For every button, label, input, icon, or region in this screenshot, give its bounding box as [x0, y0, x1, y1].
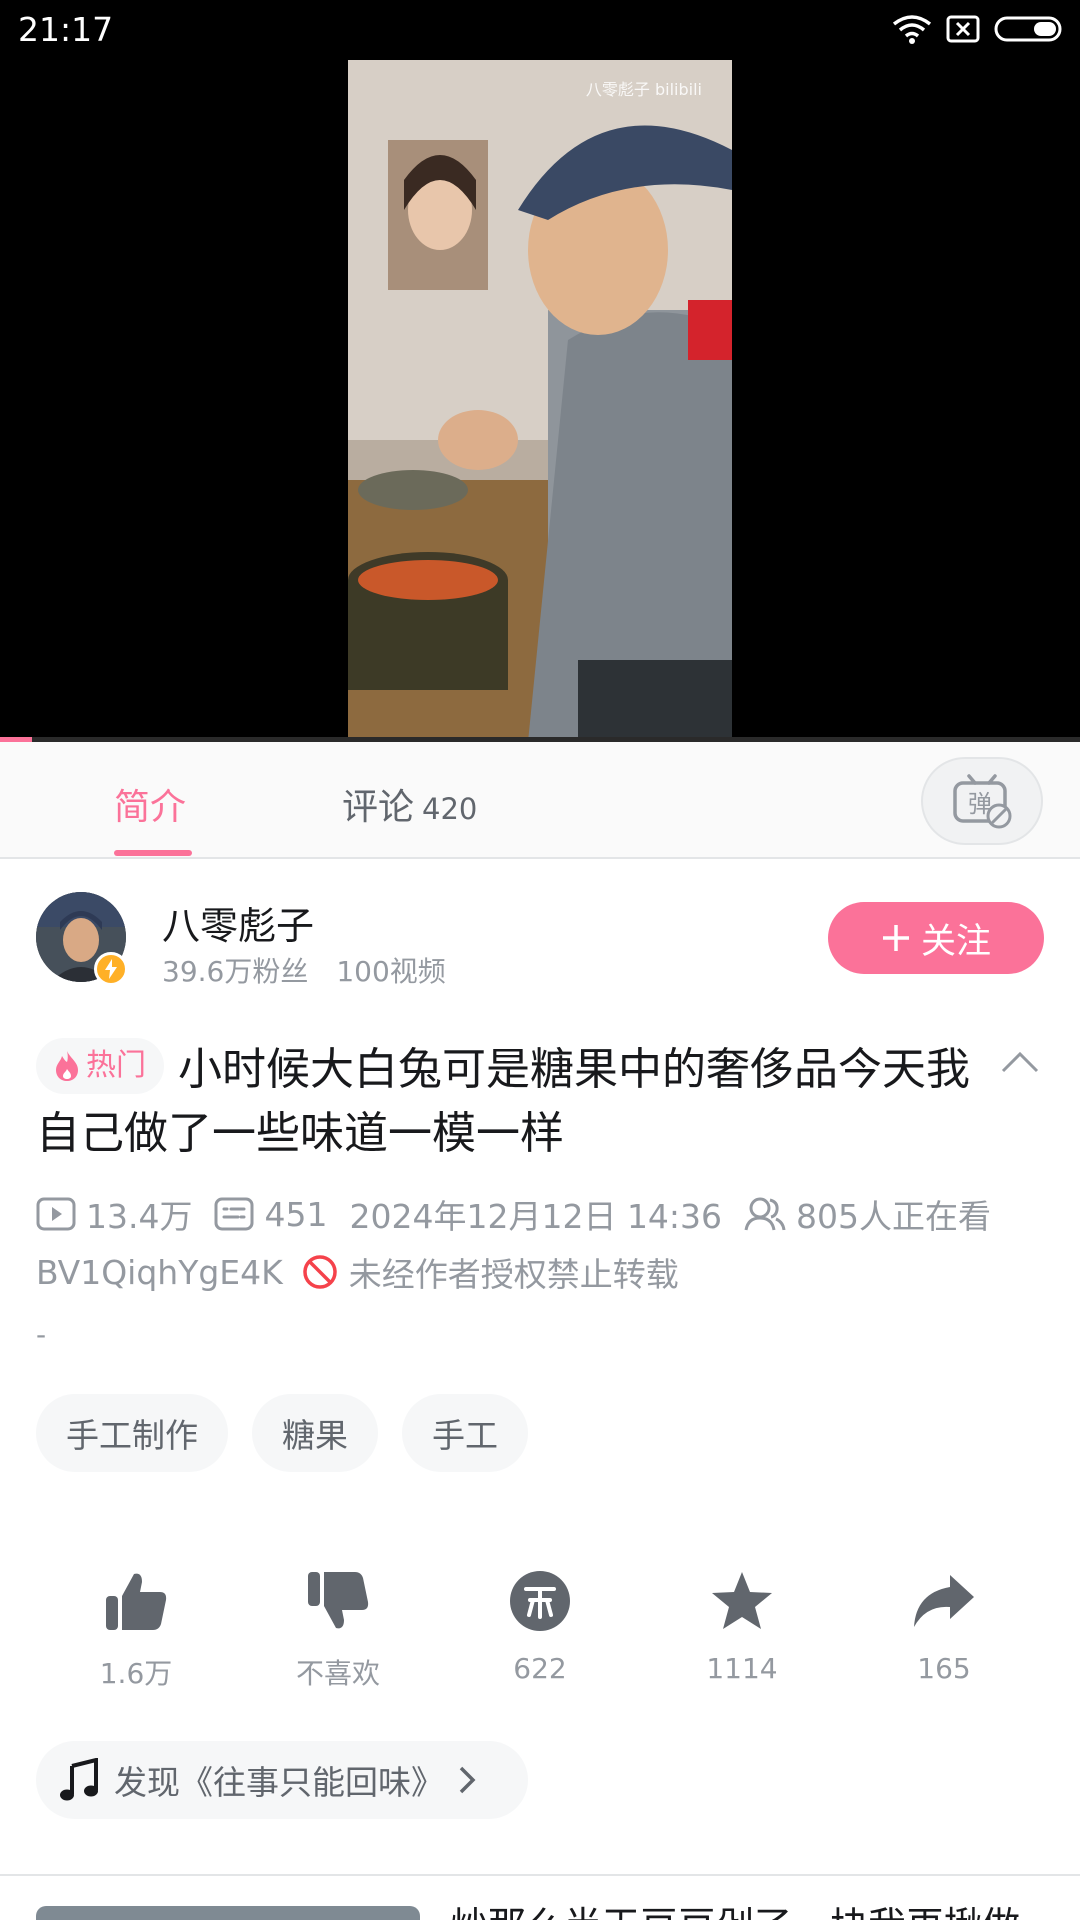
lightning-icon [105, 959, 117, 979]
tag-chip[interactable]: 糖果 [252, 1394, 378, 1472]
danmaku-toggle-button[interactable]: 弹 [921, 757, 1043, 845]
favorite-button[interactable]: 1114 [641, 1566, 843, 1692]
danmaku-stat: 451 [214, 1195, 327, 1234]
battery-icon [994, 16, 1062, 42]
chevron-up-icon[interactable] [1000, 1050, 1040, 1074]
publish-date: 2024年12月12日 14:36 [349, 1197, 723, 1236]
share-button[interactable]: 165 [843, 1566, 1045, 1692]
views-stat: 13.4万 [36, 1190, 192, 1238]
fans-count: 39.6万粉丝 [162, 955, 309, 988]
favorite-count: 1114 [706, 1652, 778, 1685]
video-thumbnail [348, 60, 732, 742]
title-block: 热门 小时候大白兔可是糖果中的奢侈品今天我自己做了一些味道一模一样 [36, 1038, 996, 1166]
follow-label: 关注 [920, 921, 991, 962]
video-meta-row: 13.4万 451 2024年12月12日 14:36 805人正在看 [36, 1190, 1013, 1238]
tag-list: 手工制作 糖果 手工 [36, 1394, 528, 1472]
bvid[interactable]: BV1QiqhYgE4K [36, 1253, 283, 1292]
tab-comments[interactable]: 评论 420 [342, 778, 477, 830]
danmaku-off-icon: 弹 [953, 774, 1012, 829]
hot-label: 热门 [86, 1048, 146, 1083]
uploader-name[interactable]: 八零彪子 [162, 895, 314, 950]
coin-button[interactable]: 622 [439, 1566, 641, 1692]
coin-count: 622 [513, 1652, 567, 1685]
hot-badge[interactable]: 热门 [36, 1038, 164, 1094]
share-count: 165 [917, 1652, 971, 1685]
tab-bar: 简介 评论 420 弹 [0, 742, 1080, 859]
music-note-icon [60, 1758, 98, 1801]
tab-comments-label: 评论 [342, 787, 415, 828]
forbidden-icon [303, 1255, 337, 1289]
recommended-video-thumbnail[interactable] [36, 1906, 420, 1920]
action-bar: 1.6万 不喜欢 622 1114 165 [0, 1566, 1080, 1692]
music-label: 发现《往事只能回味》 [114, 1763, 444, 1802]
tab-intro[interactable]: 简介 [114, 778, 186, 830]
status-time: 21:17 [18, 10, 114, 49]
music-discover-button[interactable]: 发现《往事只能回味》 [36, 1741, 528, 1819]
watching-count: 805人正在看 [796, 1197, 992, 1236]
watching-stat: 805人正在看 [744, 1190, 991, 1238]
danmaku-count-icon [214, 1197, 254, 1231]
status-icons [892, 14, 1066, 44]
coin-icon [510, 1571, 570, 1631]
video-count: 100视频 [336, 955, 446, 988]
dislike-button[interactable]: 不喜欢 [237, 1566, 439, 1692]
recommended-video-title[interactable]: 炒那么半天豆豆剁了一块我再揪做 [450, 1902, 1020, 1920]
video-description: - [36, 1318, 47, 1351]
flame-icon [56, 1051, 78, 1081]
video-player[interactable]: 21:17 八零彪子 bilibili [0, 0, 1080, 742]
like-button[interactable]: 1.6万 [35, 1566, 237, 1692]
views-count: 13.4万 [86, 1197, 193, 1236]
thumbs-down-icon [308, 1572, 369, 1629]
wifi-icon [892, 15, 932, 44]
no-repost-text: 未经作者授权禁止转载 [348, 1255, 679, 1294]
video-frame[interactable]: 八零彪子 bilibili [348, 60, 732, 742]
status-bar: 21:17 [0, 0, 1080, 60]
tag-chip[interactable]: 手工制作 [36, 1394, 228, 1472]
video-title-text: 小时候大白兔可是糖果中的奢侈品今天我自己做了一些味道一模一样 [36, 1044, 970, 1159]
share-arrow-icon [914, 1575, 974, 1627]
tag-chip[interactable]: 手工 [402, 1394, 528, 1472]
chevron-right-icon [459, 1766, 476, 1794]
tab-comments-count: 420 [422, 792, 478, 826]
follow-button[interactable]: 关注 [828, 902, 1044, 974]
uploader-row[interactable]: 八零彪子 39.6万粉丝 100视频 关注 [0, 862, 1080, 1002]
thumbs-up-icon [106, 1573, 167, 1630]
like-count: 1.6万 [99, 1657, 173, 1690]
video-title: 热门 小时候大白兔可是糖果中的奢侈品今天我自己做了一些味道一模一样 [36, 1038, 996, 1166]
uploader-stats: 39.6万粉丝 100视频 [162, 950, 446, 990]
sim-blocked-icon [946, 15, 980, 43]
video-watermark: 八零彪子 bilibili [585, 80, 702, 99]
play-count-icon [36, 1197, 76, 1231]
dislike-label: 不喜欢 [295, 1657, 380, 1690]
video-id-row: BV1QiqhYgE4K 未经作者授权禁止转载 [36, 1248, 679, 1296]
verified-badge [94, 952, 128, 986]
danmaku-count: 451 [264, 1194, 328, 1234]
section-divider [0, 1874, 1080, 1876]
plus-icon [882, 925, 909, 951]
star-icon [712, 1572, 772, 1629]
tab-active-indicator [114, 850, 192, 856]
no-repost-notice: 未经作者授权禁止转载 [301, 1248, 679, 1296]
viewers-icon [744, 1197, 786, 1231]
